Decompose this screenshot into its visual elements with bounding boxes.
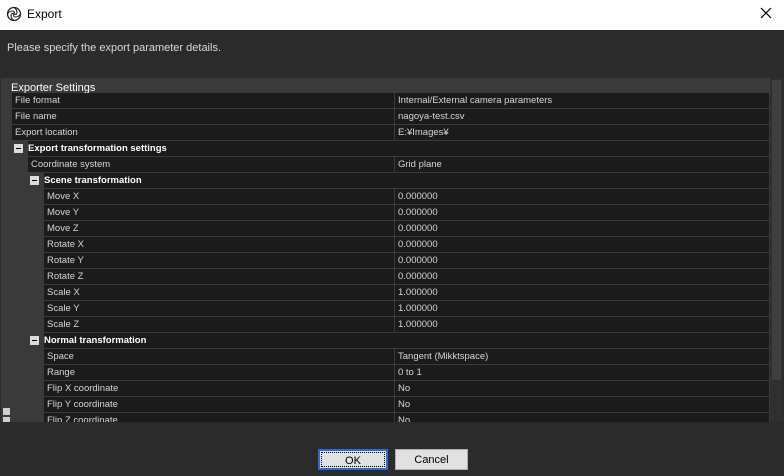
property-value[interactable]: No: [395, 381, 769, 396]
scroll-thumb[interactable]: [772, 80, 781, 380]
property-value[interactable]: E:¥Images¥: [395, 125, 769, 140]
category-row[interactable]: Export transformation settings: [1, 141, 783, 157]
property-value[interactable]: 1.000000: [395, 285, 769, 300]
property-row[interactable]: Rotate Y 0.000000: [1, 253, 783, 269]
property-row[interactable]: File format Internal/External camera para…: [1, 93, 783, 109]
cancel-button[interactable]: Cancel: [395, 449, 468, 470]
property-label: Rotate Z: [44, 269, 394, 284]
category-row[interactable]: Scene transformation: [1, 173, 783, 189]
window-title: Export: [27, 7, 62, 21]
property-label: Space: [44, 349, 394, 364]
property-row[interactable]: Scale Y 1.000000: [1, 301, 783, 317]
property-value[interactable]: Tangent (Mikktspace): [395, 349, 769, 364]
property-value[interactable]: 0.000000: [395, 205, 769, 220]
property-row[interactable]: Rotate X 0.000000: [1, 237, 783, 253]
property-value[interactable]: Grid plane: [395, 157, 769, 172]
property-value[interactable]: 1.000000: [395, 301, 769, 316]
instruction-text: Please specify the export parameter deta…: [7, 42, 222, 54]
side-expand-icon[interactable]: [3, 408, 10, 415]
close-icon[interactable]: [758, 5, 774, 21]
vertical-scrollbar[interactable]: [770, 78, 783, 422]
property-row[interactable]: Flip Y coordinate No: [1, 397, 783, 413]
property-label: Rotate Y: [44, 253, 394, 268]
property-row[interactable]: Rotate Z 0.000000: [1, 269, 783, 285]
collapse-icon[interactable]: [30, 336, 39, 345]
property-row[interactable]: Scale X 1.000000: [1, 285, 783, 301]
property-value[interactable]: No: [395, 397, 769, 412]
property-row[interactable]: Scale Z 1.000000: [1, 317, 783, 333]
property-label: Rotate X: [44, 237, 394, 252]
property-label: File format: [12, 93, 394, 108]
property-grid[interactable]: Exporter Settings File format Internal/Ex…: [1, 78, 783, 422]
property-label: Move Z: [44, 221, 394, 236]
property-value[interactable]: No: [395, 413, 769, 422]
property-row[interactable]: Range 0 to 1: [1, 365, 783, 381]
ok-button[interactable]: OK: [318, 449, 388, 470]
property-row[interactable]: Coordinate system Grid plane: [1, 157, 783, 173]
property-label: Scale Z: [44, 317, 394, 332]
property-row[interactable]: Space Tangent (Mikktspace): [1, 349, 783, 365]
property-value[interactable]: 0.000000: [395, 269, 769, 284]
property-value[interactable]: Internal/External camera parameters: [395, 93, 769, 108]
property-value[interactable]: 1.000000: [395, 317, 769, 332]
property-row[interactable]: Move X 0.000000: [1, 189, 783, 205]
property-label: File name: [12, 109, 394, 124]
category-label: Export transformation settings: [28, 141, 769, 156]
collapse-icon[interactable]: [14, 144, 23, 153]
property-label: Range: [44, 365, 394, 380]
property-row[interactable]: Move Y 0.000000: [1, 205, 783, 221]
property-label: Move Y: [44, 205, 394, 220]
property-label: Export location: [12, 125, 394, 140]
property-row[interactable]: Export location E:¥Images¥: [1, 125, 783, 141]
property-value[interactable]: nagoya-test.csv: [395, 109, 769, 124]
property-label: Flip Y coordinate: [44, 397, 394, 412]
swirl-logo-icon: [6, 6, 22, 22]
property-value[interactable]: 0.000000: [395, 189, 769, 204]
property-label: Flip Z coordinate: [44, 413, 394, 422]
collapse-icon[interactable]: [30, 176, 39, 185]
property-row[interactable]: Move Z 0.000000: [1, 221, 783, 237]
property-value[interactable]: 0.000000: [395, 221, 769, 236]
property-label: Move X: [44, 189, 394, 204]
property-row[interactable]: Flip Z coordinate No: [1, 413, 783, 422]
property-row[interactable]: File name nagoya-test.csv: [1, 109, 783, 125]
property-value[interactable]: 0.000000: [395, 237, 769, 252]
title-bar: Export: [0, 0, 784, 30]
category-label: Normal transformation: [44, 333, 769, 348]
side-collapse-icon[interactable]: [3, 417, 10, 422]
property-label: Scale Y: [44, 301, 394, 316]
property-row[interactable]: Flip X coordinate No: [1, 381, 783, 397]
dialog-footer: [0, 436, 784, 476]
property-value[interactable]: 0.000000: [395, 253, 769, 268]
category-row[interactable]: Normal transformation: [1, 333, 783, 349]
property-label: Flip X coordinate: [44, 381, 394, 396]
property-value[interactable]: 0 to 1: [395, 365, 769, 380]
property-label: Scale X: [44, 285, 394, 300]
category-label: Scene transformation: [44, 173, 769, 188]
property-label: Coordinate system: [28, 157, 394, 172]
